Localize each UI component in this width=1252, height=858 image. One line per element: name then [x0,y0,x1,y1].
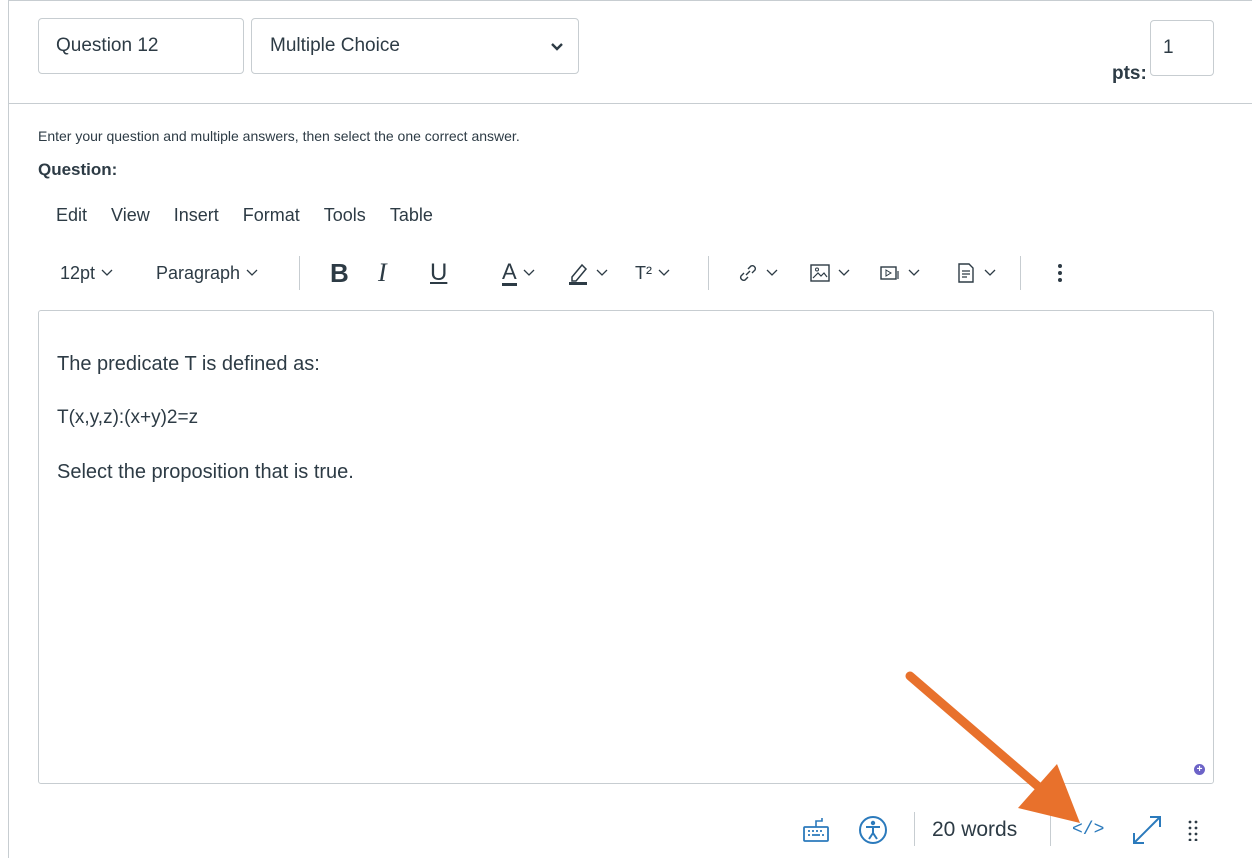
chevron-down-icon [658,269,670,276]
html-editor-button[interactable]: </> [1072,814,1104,846]
link-button[interactable] [736,250,778,296]
instructions-text: Enter your question and multiple answers… [38,128,520,144]
chevron-down-icon [101,269,113,276]
document-button[interactable] [954,250,996,296]
font-size-select[interactable]: 12pt [60,250,113,296]
toolbar-divider [299,256,300,290]
chevron-down-icon [766,269,778,276]
chevron-down-icon [838,269,850,276]
drag-handle-icon [1188,820,1198,841]
menu-view[interactable]: View [111,205,150,231]
plus-icon[interactable]: + [1194,764,1205,775]
vertical-ellipsis-icon [1058,264,1062,282]
points-label: pts: [1112,63,1147,84]
toolbar-divider [1020,256,1021,290]
superscript-button[interactable]: T² [635,250,670,296]
text-color-button[interactable]: A [502,250,535,296]
points-input[interactable]: 1 [1150,20,1214,76]
italic-button[interactable]: I [378,250,387,296]
editor-line: T(x,y,z):(x+y)2=z [57,407,199,428]
fullscreen-button[interactable] [1130,814,1164,846]
question-label: Question: [38,160,118,179]
underline-button[interactable]: U [430,250,447,296]
link-icon [740,265,756,281]
editor-statusbar: 20 words </> [0,800,1252,858]
word-count[interactable]: 20 words [932,814,1017,846]
bold-button[interactable]: B [330,250,349,296]
chevron-down-icon [523,269,535,276]
status-divider [914,812,915,846]
highlighter-icon [569,263,588,285]
font-size-value: 12pt [60,262,96,283]
menu-table[interactable]: Table [390,205,433,231]
toolbar-divider [708,256,709,290]
more-options-button[interactable] [1056,250,1064,296]
expand-icon [1133,816,1161,844]
image-icon [810,264,830,282]
accessibility-checker-button[interactable] [858,814,888,846]
keyboard-icon [803,818,829,842]
rich-text-editor[interactable]: The predicate T is defined as: T(x,y,z):… [38,310,1214,784]
keyboard-shortcuts-button[interactable] [802,814,830,846]
question-type-value: Multiple Choice [270,35,400,56]
superscript-icon: T² [635,262,652,283]
menu-insert[interactable]: Insert [174,205,219,231]
menu-edit[interactable]: Edit [56,205,87,231]
status-divider [1050,812,1051,846]
document-icon [958,263,974,283]
editor-line: The predicate T is defined as: [57,353,320,375]
chevron-down-icon [246,269,258,276]
editor-menubar: Edit View Insert Format Tools Table [56,205,457,231]
media-button[interactable] [878,250,920,296]
accessibility-icon [859,816,887,844]
text-color-icon: A [502,258,517,286]
editor-toolbar: 12pt Paragraph B I U A T² [38,250,1214,296]
image-button[interactable] [808,250,850,296]
resize-handle[interactable] [1188,814,1198,846]
editor-line: Select the proposition that is true. [57,461,354,483]
question-name-input[interactable]: Question 12 [38,18,244,74]
chevron-down-icon [984,269,996,276]
block-format-value: Paragraph [156,262,241,283]
media-icon [880,266,899,280]
menu-tools[interactable]: Tools [324,205,366,231]
chevron-down-icon [596,269,608,276]
block-format-select[interactable]: Paragraph [156,250,258,296]
chevron-down-icon [551,43,563,51]
chevron-down-icon [908,269,920,276]
highlight-color-button[interactable] [566,250,608,296]
question-type-select[interactable]: Multiple Choice [251,18,579,74]
menu-format[interactable]: Format [243,205,300,231]
